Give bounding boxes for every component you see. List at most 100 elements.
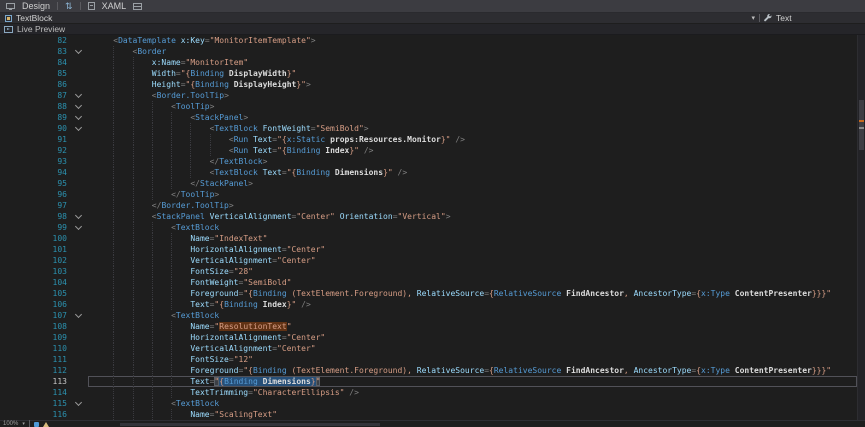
- fold-chevron-icon[interactable]: [75, 124, 82, 131]
- code-text[interactable]: Name="ResolutionText": [88, 321, 857, 332]
- code-line[interactable]: 112 Foreground="{Binding (TextElement.Fo…: [0, 365, 857, 376]
- code-text[interactable]: VerticalAlignment="Center": [88, 343, 857, 354]
- fold-chevron-icon[interactable]: [75, 91, 82, 98]
- line-number[interactable]: 86: [0, 79, 72, 90]
- line-number[interactable]: 106: [0, 299, 72, 310]
- code-line[interactable]: 100 Name="IndexText": [0, 233, 857, 244]
- code-text[interactable]: FontWeight="SemiBold": [88, 277, 857, 288]
- code-text[interactable]: <StackPanel>: [88, 112, 857, 123]
- line-number[interactable]: 112: [0, 365, 72, 376]
- line-number[interactable]: 104: [0, 277, 72, 288]
- code-text[interactable]: Name="IndexText": [88, 233, 857, 244]
- code-text[interactable]: FontSize="28": [88, 266, 857, 277]
- code-line[interactable]: 93 </TextBlock>: [0, 156, 857, 167]
- code-text[interactable]: <Border.ToolTip>: [88, 90, 857, 101]
- fold-chevron-icon[interactable]: [75, 47, 82, 54]
- line-number[interactable]: 100: [0, 233, 72, 244]
- member-dropdown[interactable]: Text: [764, 13, 860, 24]
- fold-toggle[interactable]: [72, 101, 88, 112]
- code-line[interactable]: 97 </Border.ToolTip>: [0, 200, 857, 211]
- line-number[interactable]: 116: [0, 409, 72, 420]
- code-area[interactable]: 82 <DataTemplate x:Key="MonitorItemTempl…: [0, 35, 857, 420]
- line-number[interactable]: 88: [0, 101, 72, 112]
- line-number[interactable]: 105: [0, 288, 72, 299]
- code-line[interactable]: 99 <TextBlock: [0, 222, 857, 233]
- code-line[interactable]: 108 Name="ResolutionText": [0, 321, 857, 332]
- fold-chevron-icon[interactable]: [75, 102, 82, 109]
- code-line[interactable]: 107 <TextBlock: [0, 310, 857, 321]
- code-text[interactable]: <Run Text="{x:Static props:Resources.Mon…: [88, 134, 857, 145]
- line-number[interactable]: 109: [0, 332, 72, 343]
- line-number[interactable]: 83: [0, 46, 72, 57]
- line-number[interactable]: 93: [0, 156, 72, 167]
- line-number[interactable]: 114: [0, 387, 72, 398]
- code-text[interactable]: x:Name="MonitorItem": [88, 57, 857, 68]
- code-line[interactable]: 101 HorizontalAlignment="Center": [0, 244, 857, 255]
- horizontal-scrollbar[interactable]: [120, 423, 380, 426]
- code-text[interactable]: </TextBlock>: [88, 156, 857, 167]
- code-line[interactable]: 85 Width="{Binding DisplayWidth}": [0, 68, 857, 79]
- zoom-dropdown-icon[interactable]: ▾: [22, 421, 25, 427]
- code-text[interactable]: <DataTemplate x:Key="MonitorItemTemplate…: [88, 35, 857, 46]
- fold-chevron-icon[interactable]: [75, 113, 82, 120]
- code-text[interactable]: <StackPanel VerticalAlignment="Center" O…: [88, 211, 857, 222]
- line-number[interactable]: 85: [0, 68, 72, 79]
- fold-chevron-icon[interactable]: [75, 311, 82, 318]
- code-text[interactable]: <TextBlock: [88, 310, 857, 321]
- line-number[interactable]: 98: [0, 211, 72, 222]
- code-text[interactable]: <TextBlock: [88, 222, 857, 233]
- vertical-scrollbar[interactable]: [857, 35, 865, 420]
- code-line[interactable]: 94 <TextBlock Text="{Binding Dimensions}…: [0, 167, 857, 178]
- code-line[interactable]: 91 <Run Text="{x:Static props:Resources.…: [0, 134, 857, 145]
- code-line[interactable]: 109 HorizontalAlignment="Center": [0, 332, 857, 343]
- fold-toggle[interactable]: [72, 398, 88, 409]
- fold-toggle[interactable]: [72, 310, 88, 321]
- code-line[interactable]: 103 FontSize="28": [0, 266, 857, 277]
- code-line[interactable]: 115 <TextBlock: [0, 398, 857, 409]
- code-line[interactable]: 111 FontSize="12": [0, 354, 857, 365]
- code-text[interactable]: </StackPanel>: [88, 178, 857, 189]
- code-text[interactable]: HorizontalAlignment="Center": [88, 244, 857, 255]
- code-text[interactable]: FontSize="12": [88, 354, 857, 365]
- line-number[interactable]: 95: [0, 178, 72, 189]
- code-text[interactable]: HorizontalAlignment="Center": [88, 332, 857, 343]
- code-text[interactable]: TextTrimming="CharacterEllipsis" />: [88, 387, 857, 398]
- code-line[interactable]: 89 <StackPanel>: [0, 112, 857, 123]
- breadcrumb-element[interactable]: TextBlock: [16, 13, 52, 24]
- code-text[interactable]: <Border: [88, 46, 857, 57]
- line-number[interactable]: 87: [0, 90, 72, 101]
- live-preview-tab[interactable]: Live Preview: [0, 24, 865, 35]
- line-number[interactable]: 107: [0, 310, 72, 321]
- code-line[interactable]: 110 VerticalAlignment="Center": [0, 343, 857, 354]
- fold-chevron-icon[interactable]: [75, 399, 82, 406]
- line-number[interactable]: 101: [0, 244, 72, 255]
- fold-chevron-icon[interactable]: [75, 212, 82, 219]
- code-line[interactable]: 87 <Border.ToolTip>: [0, 90, 857, 101]
- line-number[interactable]: 97: [0, 200, 72, 211]
- line-number[interactable]: 102: [0, 255, 72, 266]
- zoom-level[interactable]: 100%: [3, 421, 18, 427]
- line-number[interactable]: 84: [0, 57, 72, 68]
- code-text[interactable]: Height="{Binding DisplayHeight}">: [88, 79, 857, 90]
- code-line[interactable]: 90 <TextBlock FontWeight="SemiBold">: [0, 123, 857, 134]
- code-line[interactable]: 92 <Run Text="{Binding Index}" />: [0, 145, 857, 156]
- code-text[interactable]: Text="{Binding Dimensions}": [88, 376, 857, 387]
- line-number[interactable]: 90: [0, 123, 72, 134]
- code-line[interactable]: 102 VerticalAlignment="Center": [0, 255, 857, 266]
- code-text[interactable]: <TextBlock FontWeight="SemiBold">: [88, 123, 857, 134]
- code-line[interactable]: 113 Text="{Binding Dimensions}": [0, 376, 857, 387]
- code-editor[interactable]: 82 <DataTemplate x:Key="MonitorItemTempl…: [0, 35, 865, 420]
- code-text[interactable]: </Border.ToolTip>: [88, 200, 857, 211]
- line-number[interactable]: 91: [0, 134, 72, 145]
- line-number[interactable]: 111: [0, 354, 72, 365]
- code-line[interactable]: 82 <DataTemplate x:Key="MonitorItemTempl…: [0, 35, 857, 46]
- line-number[interactable]: 96: [0, 189, 72, 200]
- code-line[interactable]: 84 x:Name="MonitorItem": [0, 57, 857, 68]
- code-text[interactable]: </ToolTip>: [88, 189, 857, 200]
- swap-panes-icon[interactable]: ⇅: [65, 0, 73, 12]
- fold-toggle[interactable]: [72, 222, 88, 233]
- code-text[interactable]: Text="{Binding Index}" />: [88, 299, 857, 310]
- code-text[interactable]: Width="{Binding DisplayWidth}": [88, 68, 857, 79]
- line-number[interactable]: 82: [0, 35, 72, 46]
- code-line[interactable]: 105 Foreground="{Binding (TextElement.Fo…: [0, 288, 857, 299]
